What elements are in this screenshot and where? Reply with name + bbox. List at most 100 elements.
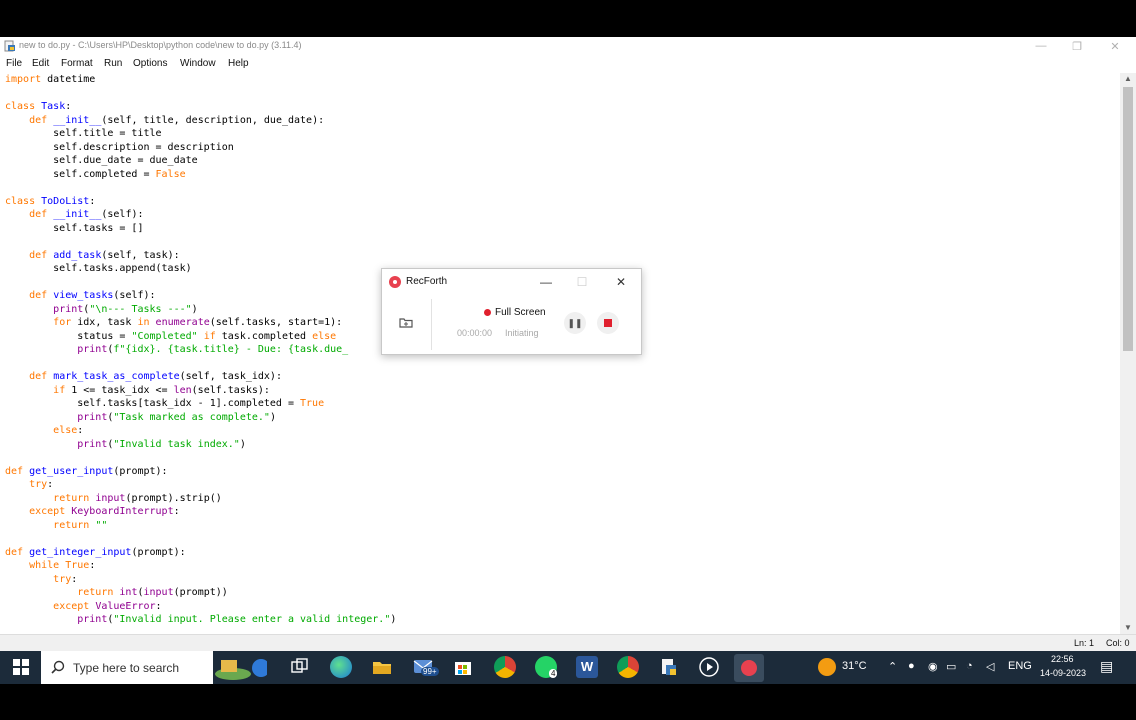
- code-line[interactable]: self.description = description: [5, 142, 234, 153]
- menu-run[interactable]: Run: [104, 58, 122, 69]
- code-line[interactable]: else:: [5, 425, 83, 436]
- menu-window[interactable]: Window: [180, 58, 216, 69]
- file-explorer-icon[interactable]: [371, 656, 393, 678]
- code-token: (self):: [101, 209, 144, 220]
- code-token: :: [65, 101, 72, 112]
- search-icon: [51, 660, 65, 674]
- code-token: :: [89, 560, 96, 571]
- code-text[interactable]: import datetime class Task: def __init__…: [5, 73, 396, 627]
- code-line[interactable]: class Task:: [5, 101, 71, 112]
- code-token: (self, task):: [101, 249, 180, 261]
- menu-file[interactable]: File: [6, 58, 22, 69]
- capture-mode[interactable]: Full Screen: [495, 307, 546, 318]
- code-line[interactable]: try:: [5, 479, 53, 490]
- code-line[interactable]: return "": [5, 520, 107, 531]
- chevron-up-icon[interactable]: ⌃: [888, 660, 897, 673]
- code-line[interactable]: try:: [5, 574, 77, 585]
- temperature[interactable]: 31°C: [842, 660, 867, 672]
- meet-now-icon[interactable]: ◉: [928, 660, 938, 673]
- scroll-up-arrow-icon[interactable]: ▲: [1120, 73, 1136, 85]
- code-line[interactable]: def __init__(self):: [5, 209, 144, 220]
- recorder-close-button[interactable]: ✕: [612, 273, 630, 291]
- code-line[interactable]: if 1 <= task_idx <= len(self.tasks):: [5, 385, 270, 396]
- title-bar[interactable]: new to do.py - C:\Users\HP\Desktop\pytho…: [0, 37, 1136, 55]
- code-line[interactable]: self.tasks = []: [5, 223, 143, 234]
- code-line[interactable]: except KeyboardInterrupt:: [5, 506, 180, 517]
- code-token: for: [53, 317, 72, 328]
- code-line[interactable]: self.tasks[task_idx - 1].completed = Tru…: [5, 398, 324, 409]
- code-token: (prompt)): [173, 587, 228, 598]
- code-line[interactable]: self.due_date = due_date: [5, 155, 198, 166]
- clock-date[interactable]: 14-09-2023: [1040, 668, 1086, 678]
- menu-options[interactable]: Options: [133, 58, 167, 69]
- notification-center-icon[interactable]: ▤: [1100, 658, 1113, 675]
- chrome-profile-icon[interactable]: [494, 656, 516, 678]
- code-line[interactable]: return input(prompt).strip(): [5, 493, 222, 504]
- recorder-minimize-button[interactable]: —: [537, 273, 555, 291]
- pause-button[interactable]: ❚❚: [564, 312, 586, 334]
- code-token: self.due_date = due_date: [5, 155, 198, 166]
- stop-button[interactable]: [597, 312, 619, 334]
- code-line[interactable]: print("\n--- Tasks ---"): [5, 304, 198, 315]
- code-line[interactable]: import datetime: [5, 74, 95, 85]
- task-view-icon[interactable]: [288, 656, 310, 678]
- media-player-icon[interactable]: [698, 656, 720, 678]
- code-line[interactable]: class ToDoList:: [5, 196, 95, 207]
- code-line[interactable]: self.title = title: [5, 128, 161, 139]
- weather-icon[interactable]: [818, 658, 836, 676]
- code-line[interactable]: print(f"{idx}. {task.title} - Due: {task…: [5, 344, 348, 355]
- windows-start-icon[interactable]: [10, 656, 32, 678]
- code-token: class: [5, 101, 36, 112]
- code-token: True: [300, 398, 325, 409]
- code-line[interactable]: status = "Completed" if task.completed e…: [5, 331, 336, 342]
- code-line[interactable]: print("Invalid task index."): [5, 439, 246, 450]
- wifi-icon[interactable]: ◔: [966, 660, 973, 672]
- scrollbar-thumb[interactable]: [1123, 87, 1133, 351]
- code-line[interactable]: self.tasks.append(task): [5, 263, 191, 274]
- vertical-scrollbar[interactable]: ▲ ▼: [1120, 73, 1136, 634]
- code-line[interactable]: def mark_task_as_complete(self, task_idx…: [5, 371, 282, 382]
- scroll-down-arrow-icon[interactable]: ▼: [1120, 622, 1136, 634]
- code-token: input: [143, 587, 174, 598]
- language-indicator[interactable]: ENG: [1008, 660, 1032, 672]
- code-token: (self):: [113, 290, 156, 301]
- maximize-button[interactable]: ❐: [1058, 37, 1096, 55]
- code-line[interactable]: for idx, task in enumerate(self.tasks, s…: [5, 317, 342, 328]
- microsoft-store-icon[interactable]: [452, 656, 474, 678]
- code-line[interactable]: while True:: [5, 560, 95, 571]
- code-token: get_integer_input: [29, 546, 132, 558]
- code-line[interactable]: print("Invalid input. Please enter a val…: [5, 614, 396, 625]
- python-idle-icon[interactable]: [658, 656, 680, 678]
- code-line[interactable]: def get_integer_input(prompt):: [5, 547, 186, 558]
- edge-browser-icon[interactable]: [330, 656, 352, 678]
- code-line[interactable]: def get_user_input(prompt):: [5, 466, 168, 477]
- clock-time[interactable]: 22:56: [1051, 654, 1074, 664]
- code-line[interactable]: return int(input(prompt)): [5, 587, 228, 598]
- word-icon[interactable]: W: [576, 656, 598, 678]
- code-line[interactable]: def view_tasks(self):: [5, 290, 156, 301]
- code-token: def: [5, 546, 24, 558]
- menu-help[interactable]: Help: [228, 58, 249, 69]
- menu-format[interactable]: Format: [61, 58, 93, 69]
- minimize-button[interactable]: —: [1022, 37, 1060, 55]
- code-line[interactable]: except ValueError:: [5, 601, 161, 612]
- code-line[interactable]: def add_task(self, task):: [5, 250, 180, 261]
- close-button[interactable]: ✕: [1096, 37, 1134, 55]
- code-line[interactable]: print("Task marked as complete."): [5, 412, 276, 423]
- battery-icon[interactable]: ▭: [946, 660, 956, 673]
- microphone-icon[interactable]: ●: [908, 660, 915, 672]
- volume-icon[interactable]: ◁: [986, 660, 994, 673]
- taskbar-search-box[interactable]: Type here to search: [41, 651, 267, 684]
- chrome-icon[interactable]: [617, 656, 639, 678]
- screen-bottom-letterbox: [0, 684, 1136, 720]
- menu-edit[interactable]: Edit: [32, 58, 49, 69]
- recorder-title-bar[interactable]: RecForth — ☐ ✕: [382, 269, 641, 295]
- code-line[interactable]: def __init__(self, title, description, d…: [5, 115, 324, 126]
- open-folder-icon[interactable]: [399, 317, 413, 328]
- code-line[interactable]: self.completed = False: [5, 169, 185, 180]
